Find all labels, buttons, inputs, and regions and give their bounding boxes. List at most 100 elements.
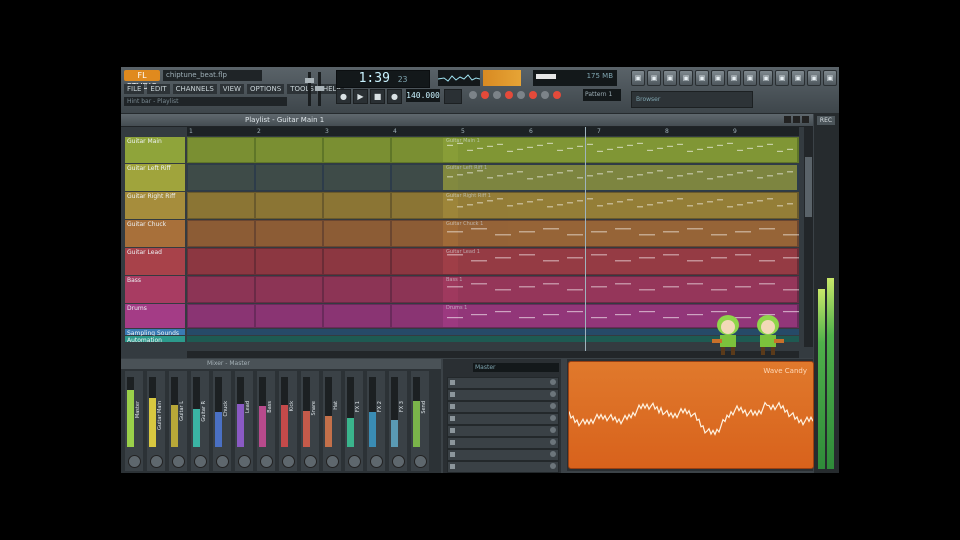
- pattern-preset-select[interactable]: Pattern 1: [583, 89, 621, 101]
- mixer-strip[interactable]: Bass: [257, 371, 275, 471]
- pattern-dot[interactable]: [493, 91, 501, 99]
- fx-slot[interactable]: [447, 449, 559, 461]
- window-shortcut-icon[interactable]: ▣: [823, 70, 837, 86]
- mixer-strip[interactable]: Guitar Main: [147, 371, 165, 471]
- slot-handle-icon[interactable]: [450, 416, 455, 421]
- window-shortcut-icon[interactable]: ▣: [791, 70, 805, 86]
- fx-slot[interactable]: [447, 401, 559, 413]
- track-label[interactable]: Guitar Main: [125, 137, 185, 163]
- mixer-strip[interactable]: FX 3: [389, 371, 407, 471]
- slot-mix-knob[interactable]: [550, 403, 556, 409]
- mixer-strip[interactable]: Master: [125, 371, 143, 471]
- slot-handle-icon[interactable]: [450, 404, 455, 409]
- pan-knob[interactable]: [348, 455, 361, 468]
- pattern-song-toggle[interactable]: ●: [336, 89, 351, 104]
- window-shortcut-icon[interactable]: ▣: [695, 70, 709, 86]
- mixer-strip[interactable]: Lead: [235, 371, 253, 471]
- slot-mix-knob[interactable]: [550, 427, 556, 433]
- minimize-icon[interactable]: [784, 116, 791, 123]
- pan-knob[interactable]: [172, 455, 185, 468]
- pattern-dot[interactable]: [517, 91, 525, 99]
- fx-slot[interactable]: [447, 389, 559, 401]
- window-shortcut-icon[interactable]: ▣: [679, 70, 693, 86]
- playlist-timeline[interactable]: 1 2 3 4 5 6 7 8 9: [187, 127, 799, 136]
- maximize-icon[interactable]: [793, 116, 800, 123]
- window-shortcut-icon[interactable]: ▣: [647, 70, 661, 86]
- slot-mix-knob[interactable]: [550, 451, 556, 457]
- mixer-header[interactable]: Mixer - Master: [121, 359, 441, 369]
- window-shortcut-icon[interactable]: ▣: [759, 70, 773, 86]
- pan-knob[interactable]: [260, 455, 273, 468]
- menu-view[interactable]: VIEW: [219, 84, 244, 94]
- playlist-track[interactable]: Guitar Main Guitar Main 1: [121, 137, 813, 163]
- track-lane[interactable]: Guitar Chuck 1: [187, 220, 799, 247]
- mixer-strip[interactable]: Send: [411, 371, 429, 471]
- mixer-strip[interactable]: Chuck: [213, 371, 231, 471]
- pattern-dot[interactable]: [541, 91, 549, 99]
- mixer-strip[interactable]: Snare: [301, 371, 319, 471]
- mixer-strip[interactable]: FX 2: [367, 371, 385, 471]
- playhead-marker[interactable]: [585, 127, 586, 357]
- slot-handle-icon[interactable]: [450, 452, 455, 457]
- pan-knob[interactable]: [150, 455, 163, 468]
- track-lane[interactable]: Guitar Left Riff 1: [187, 164, 799, 191]
- mixer-strip[interactable]: Hat: [323, 371, 341, 471]
- pattern-dot[interactable]: [481, 91, 489, 99]
- playlist-track[interactable]: Guitar Left Riff Guitar Left Riff 1: [121, 164, 813, 191]
- slot-mix-knob[interactable]: [550, 463, 556, 469]
- pattern-dot[interactable]: [553, 91, 561, 99]
- browser-hint-box[interactable]: Browser: [631, 91, 753, 108]
- song-name-field[interactable]: chiptune_beat.flp: [163, 70, 262, 81]
- slot-handle-icon[interactable]: [450, 380, 455, 385]
- fx-track-select[interactable]: Master: [473, 363, 559, 372]
- pan-knob[interactable]: [370, 455, 383, 468]
- fx-slot[interactable]: [447, 425, 559, 437]
- track-label[interactable]: Drums: [125, 304, 185, 328]
- fx-slot[interactable]: [447, 437, 559, 449]
- pan-knob[interactable]: [392, 455, 405, 468]
- menu-edit[interactable]: EDIT: [147, 84, 170, 94]
- fx-slot[interactable]: [447, 461, 559, 473]
- mixer-strip[interactable]: Guitar L: [169, 371, 187, 471]
- playlist-track[interactable]: Guitar Right Riff Guitar Right Riff 1: [121, 192, 813, 219]
- track-lane[interactable]: Guitar Lead 1: [187, 248, 799, 275]
- pattern-dot[interactable]: [469, 91, 477, 99]
- window-shortcut-icon[interactable]: ▣: [775, 70, 789, 86]
- track-label[interactable]: Guitar Chuck: [125, 220, 185, 247]
- track-lane[interactable]: Bass 1: [187, 276, 799, 303]
- playlist-title-bar[interactable]: Playlist - Guitar Main 1: [121, 114, 813, 127]
- pan-knob[interactable]: [326, 455, 339, 468]
- track-label[interactable]: Guitar Left Riff: [125, 164, 185, 191]
- menu-options[interactable]: OPTIONS: [246, 84, 285, 94]
- mixer-strip[interactable]: Guitar R: [191, 371, 209, 471]
- pan-knob[interactable]: [414, 455, 427, 468]
- pan-knob[interactable]: [216, 455, 229, 468]
- window-shortcut-icon[interactable]: ▣: [663, 70, 677, 86]
- window-shortcut-icon[interactable]: ▣: [743, 70, 757, 86]
- window-shortcut-icon[interactable]: ▣: [711, 70, 725, 86]
- mixer-strip[interactable]: Kick: [279, 371, 297, 471]
- track-label[interactable]: Guitar Right Riff: [125, 192, 185, 219]
- slot-handle-icon[interactable]: [450, 440, 455, 445]
- mixer-strip[interactable]: FX 1: [345, 371, 363, 471]
- pan-knob[interactable]: [128, 455, 141, 468]
- pattern-dot[interactable]: [529, 91, 537, 99]
- track-label[interactable]: Automation: [125, 336, 185, 344]
- track-lane[interactable]: Guitar Main 1: [187, 137, 799, 163]
- window-shortcut-icon[interactable]: ▣: [631, 70, 645, 86]
- fx-slot[interactable]: [447, 377, 559, 389]
- close-icon[interactable]: [802, 116, 809, 123]
- pan-knob[interactable]: [282, 455, 295, 468]
- pan-knob[interactable]: [194, 455, 207, 468]
- playlist-track[interactable]: Bass Bass 1: [121, 276, 813, 303]
- stop-button-icon[interactable]: ■: [370, 89, 385, 104]
- master-volume-pitch-sliders[interactable]: [305, 70, 328, 108]
- pattern-dot[interactable]: [505, 91, 513, 99]
- playlist-vertical-scrollbar[interactable]: [804, 127, 813, 347]
- track-label[interactable]: Sampling Sounds: [125, 329, 185, 337]
- slot-mix-knob[interactable]: [550, 415, 556, 421]
- menu-channels[interactable]: CHANNELS: [172, 84, 217, 94]
- track-lane[interactable]: Guitar Right Riff 1: [187, 192, 799, 219]
- playlist-track[interactable]: Guitar Chuck Guitar Chuck 1: [121, 220, 813, 247]
- song-time-display[interactable]: 1:39 23: [336, 70, 430, 88]
